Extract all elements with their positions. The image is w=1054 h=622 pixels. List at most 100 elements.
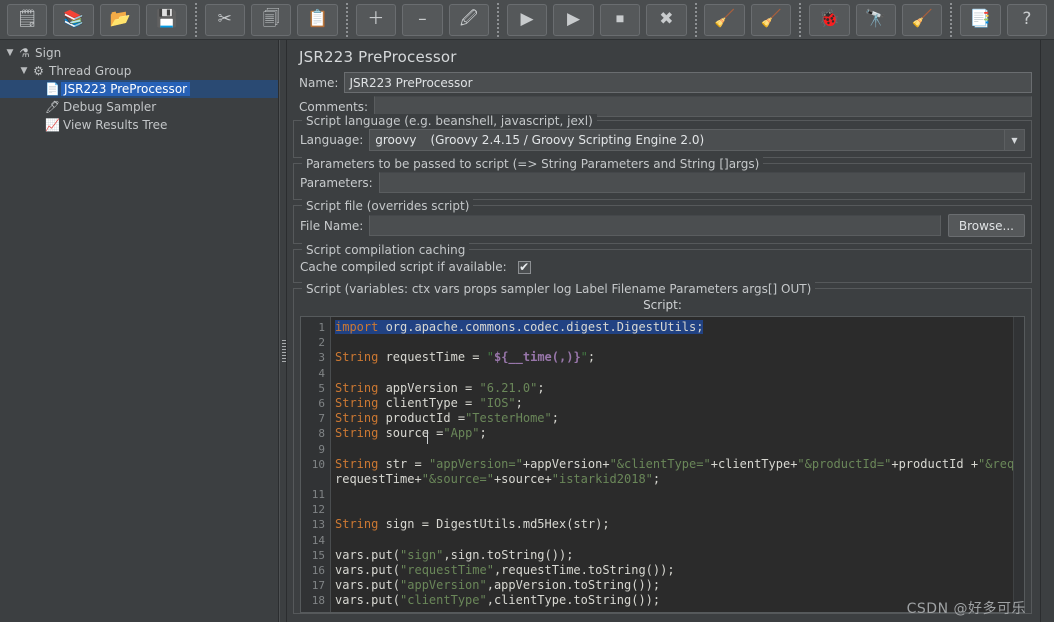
copy-button[interactable]: 🗐 [251,3,292,36]
code-token: ; [537,380,545,395]
start-no-pauses-button[interactable]: ▶ [553,3,594,36]
editor-code-area[interactable]: import org.apache.commons.codec.digest.D… [331,317,1024,612]
code-line[interactable]: String requestTime = "${__time(,)}"; [335,350,1024,365]
log-viewer-button[interactable]: 📑 [960,3,1001,36]
editor-line-numbers: 1 2 3 4 5 6 7 8 9 10 11 12 13 14 15 16 17 18 [301,317,331,612]
tree-item-label: Sign [35,46,62,60]
code-token: "&clientType=" [609,456,711,471]
expand-twisty-icon[interactable]: ▼ [18,66,30,76]
code-line[interactable]: vars.put("clientType",clientType.toStrin… [335,593,1024,608]
help-button[interactable]: ? [1006,3,1048,36]
open-button[interactable]: 📂 [99,3,141,36]
clear-button[interactable]: 🧹 [704,3,745,36]
tree-item-sign[interactable]: ▼ ⚗ Sign [0,44,278,62]
language-combo[interactable]: groovy (Groovy 2.4.15 / Groovy Scripting… [369,129,1025,151]
code-line[interactable] [335,502,1024,517]
name-row: Name: JSR223 PreProcessor [293,72,1032,93]
name-input[interactable]: JSR223 PreProcessor [344,72,1032,93]
code-line[interactable]: vars.put("appVersion",appVersion.toStrin… [335,578,1024,593]
code-token: "sign" [400,547,444,562]
code-line[interactable]: String appVersion = "6.21.0"; [335,381,1024,396]
code-line[interactable]: String source ="App"; [335,426,1024,441]
code-line[interactable]: String clientType = "IOS"; [335,396,1024,411]
code-line[interactable] [335,366,1024,381]
tree-item-debug-sampler[interactable]: 🖊 Debug Sampler [0,98,278,116]
code-token: ; [479,426,487,441]
clear-icon: 🧹 [714,9,736,29]
splitter-grip[interactable] [282,340,286,362]
search-button[interactable]: 🔭 [855,3,896,36]
code-line[interactable]: String sign = DigestUtils.md5Hex(str); [335,517,1024,532]
line-number: 11 [311,488,325,502]
tree-item-jsr223-preprocessor[interactable]: 📄 JSR223 PreProcessor [0,80,278,98]
save-icon: 💾 [156,9,178,29]
code-token: "requestTime" [400,563,494,577]
collapse-all-button[interactable]: – [402,3,443,36]
code-token: ; [551,411,559,426]
expand-twisty-icon[interactable]: ▼ [4,48,16,58]
tree-item-view-results-tree[interactable]: 📈 View Results Tree [0,116,278,134]
code-line[interactable]: import org.apache.commons.codec.digest.D… [335,320,1024,335]
expand-all-button[interactable]: ＋ [355,3,397,36]
new-button[interactable]: 🗒 [7,3,48,36]
toggle-button[interactable]: 🖉 [448,3,490,36]
code-token: String [335,380,379,395]
code-line[interactable]: vars.put("sign",sign.toString()); [335,548,1024,563]
code-line[interactable]: String str = "appVersion="+appVersion+"&… [335,457,1024,472]
reset-search-button[interactable]: 🧹 [901,3,943,36]
script-language-group: Script language (e.g. beanshell, javascr… [293,114,1032,158]
templates-button[interactable]: 📚 [53,3,94,36]
line-number: 17 [311,579,325,593]
expand-all-icon: ＋ [367,9,385,29]
code-token: source = [378,426,444,441]
code-token: ,clientType.toString()); [486,593,661,608]
line-number: 9 [318,442,325,456]
main-toolbar: 🗒 📚 📂 💾 ✂ 🗐 📋 ＋ – 🖉 ▶ ▶ ⏹ ✖ 🧹 🧹 🐞 🔭 🧹 📑? [0,0,1054,40]
browse-button[interactable]: Browse... [947,214,1025,237]
separator-6 [948,2,955,37]
code-line[interactable]: String productId ="TesterHome"; [335,411,1024,426]
stop-button[interactable]: ⏹ [599,3,641,36]
code-token: String [335,411,379,426]
script-editor[interactable]: 1 2 3 4 5 6 7 8 9 10 11 12 13 14 15 16 17 18 import org.a… [300,316,1025,613]
code-line[interactable] [335,442,1024,457]
tree-item-label: View Results Tree [63,118,168,132]
editor-scrollbar[interactable] [1013,317,1024,612]
new-icon: 🗒 [16,9,39,29]
parameters-input[interactable] [378,172,1025,193]
line-number: 4 [318,366,325,380]
code-line[interactable] [335,335,1024,350]
code-token: str = [378,456,429,471]
script-caching-group-caption: Script compilation caching [302,243,470,257]
script-group: Script (variables: ctx vars props sample… [293,282,1032,614]
code-line[interactable] [335,533,1024,548]
parameters-label: Parameters: [300,175,373,190]
tree-item-label: JSR223 PreProcessor [61,82,191,96]
code-token: +clientType+ [710,456,798,471]
start-button[interactable]: ▶ [506,3,548,36]
shutdown-button[interactable]: ✖ [646,3,687,36]
cache-compiled-script-checkbox[interactable]: ✔ [517,260,531,274]
templates-icon: 📚 [63,9,85,29]
clear-all-button[interactable]: 🧹 [750,3,792,36]
shutdown-icon: ✖ [659,9,674,29]
test-plan-tree[interactable]: ▼ ⚗ Sign ▼ ⚙ Thread Group 📄 JSR223 PreProcessor… [0,40,279,622]
pane-splitter[interactable] [279,40,287,622]
main-split: ▼ ⚗ Sign ▼ ⚙ Thread Group 📄 JSR223 PreProcessor… [0,40,1054,622]
chevron-down-icon[interactable]: ▼ [1004,130,1024,150]
code-token: vars.put( [335,547,401,562]
file-name-input[interactable] [369,215,941,236]
paste-button[interactable]: 📋 [297,3,338,36]
save-button[interactable]: 💾 [146,3,187,36]
code-token: "TesterHome" [465,411,552,426]
code-token: "App" [443,426,480,441]
line-number: 8 [318,427,325,441]
code-line[interactable]: requestTime+"&source="+source+"istarkid2… [335,472,1024,487]
code-token: ; [652,471,661,486]
language-value: groovy [375,133,417,147]
function-helper-button[interactable]: 🐞 [809,3,850,36]
code-line[interactable] [335,487,1024,502]
code-line[interactable]: vars.put("requestTime",requestTime.toStr… [335,563,1024,578]
tree-item-thread-group[interactable]: ▼ ⚙ Thread Group [0,62,278,80]
cut-button[interactable]: ✂ [204,3,246,36]
